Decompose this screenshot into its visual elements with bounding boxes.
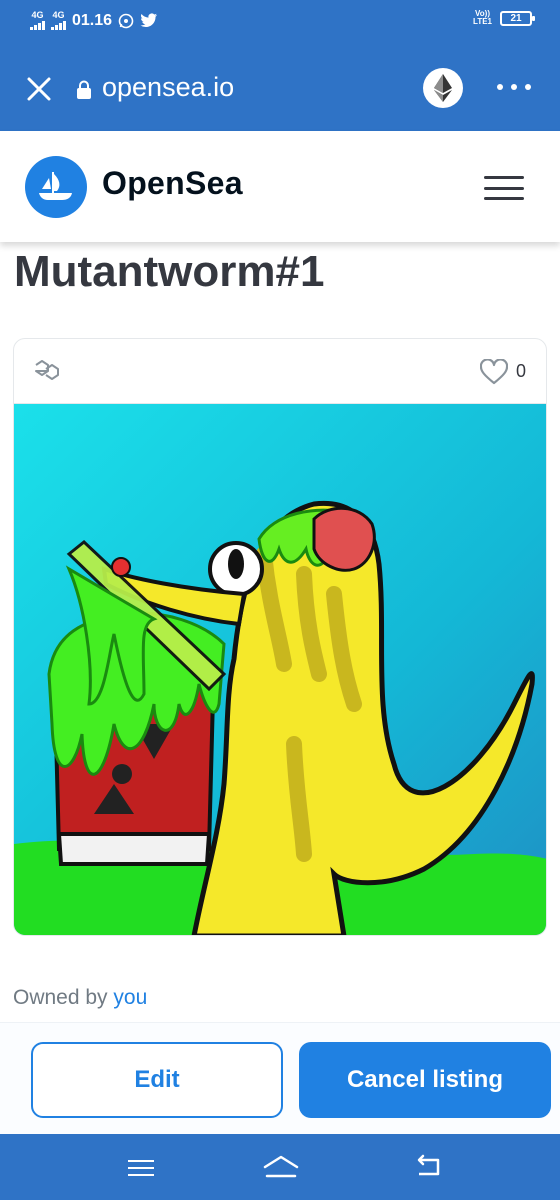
page-title: Mutantworm#1 [14, 247, 325, 296]
nft-artwork-image[interactable] [14, 404, 547, 936]
browser-url-bar: opensea.io [0, 44, 560, 131]
close-icon[interactable] [26, 76, 52, 102]
recent-apps-icon[interactable] [128, 1160, 154, 1176]
edit-button[interactable]: Edit [31, 1042, 283, 1118]
volte-line-2: LTE1 [473, 17, 492, 26]
favorite-count: 0 [516, 361, 527, 381]
status-left: 4G 4G 01.16 [30, 11, 158, 30]
owner-line: Owned by you [13, 986, 147, 1010]
asset-card: 0 [13, 338, 547, 936]
menu-icon[interactable] [484, 176, 524, 200]
lock-icon [77, 80, 91, 99]
ethereum-icon [434, 74, 452, 102]
network-label-2: 4G [52, 10, 65, 20]
brand-name[interactable]: OpenSea [102, 165, 243, 202]
home-icon[interactable] [262, 1154, 300, 1180]
heart-icon[interactable] [480, 359, 508, 385]
battery-level: 21 [510, 12, 522, 24]
status-time: 01.16 [72, 11, 113, 29]
volte-indicator: Vo)) LTE1 [473, 10, 492, 26]
action-bar: Edit Cancel listing [0, 1022, 560, 1135]
ethereum-button[interactable] [423, 68, 463, 108]
polygon-chain-icon[interactable] [34, 359, 60, 381]
owner-link[interactable]: you [113, 986, 147, 1009]
status-right: Vo)) LTE1 21 [473, 10, 535, 26]
status-bar: 4G 4G 01.16 Vo)) LTE1 21 [0, 0, 560, 44]
battery-icon: 21 [500, 10, 535, 26]
signal-bars-icon [30, 20, 45, 30]
card-header: 0 [14, 339, 546, 404]
back-icon[interactable] [414, 1154, 442, 1178]
url-text[interactable]: opensea.io [102, 72, 234, 103]
signal-bars-icon [51, 20, 66, 30]
owned-by-label: Owned by [13, 986, 108, 1009]
network-indicator-1: 4G [30, 11, 45, 30]
network-indicator-2: 4G [51, 11, 66, 30]
sailboat-icon [39, 172, 72, 200]
cancel-listing-button[interactable]: Cancel listing [299, 1042, 551, 1118]
browser-top-bar: 4G 4G 01.16 Vo)) LTE1 21 opensea.io [0, 0, 560, 131]
site-header: OpenSea [0, 131, 560, 242]
system-nav-bar [0, 1134, 560, 1200]
twitter-icon [140, 13, 158, 28]
more-icon[interactable] [497, 84, 531, 90]
network-label-1: 4G [31, 10, 44, 20]
whatsapp-icon [118, 13, 134, 28]
opensea-logo[interactable] [25, 156, 87, 218]
